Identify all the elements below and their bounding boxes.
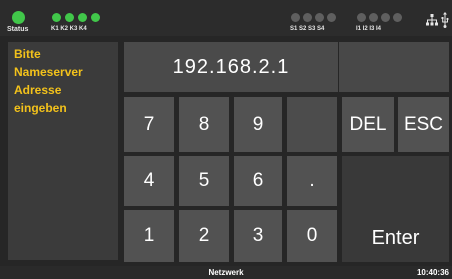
s1-led — [291, 13, 300, 22]
key-9[interactable]: 9 — [234, 97, 282, 152]
footer-clock: 10:40:36 — [416, 268, 449, 277]
message-line-3: Adresse — [14, 83, 62, 97]
k3-led — [78, 13, 87, 22]
i1-led — [357, 13, 366, 22]
status-label: Status — [7, 26, 29, 33]
key-7-label: 7 — [143, 114, 155, 135]
i4-led — [393, 13, 402, 22]
input-value: 192.168.2.1 — [172, 56, 290, 78]
s2-led — [303, 13, 312, 22]
key-5[interactable]: 5 — [179, 156, 229, 206]
message-line-2: Nameserver — [14, 65, 83, 79]
delete-button-label: DEL — [349, 114, 387, 135]
k2-led — [65, 13, 74, 22]
message-line-4: eingeben — [14, 101, 67, 115]
key-4[interactable]: 4 — [124, 156, 174, 206]
s3-led — [315, 13, 324, 22]
key-9-label: 9 — [252, 114, 264, 135]
status-bar: Status K1 K2 K3 K4 S1 S2 S3 S4 I1 I2 I3 … — [0, 0, 452, 36]
key-2-label: 2 — [198, 225, 210, 246]
key-6[interactable]: 6 — [234, 156, 282, 206]
key-0[interactable]: 0 — [287, 210, 337, 262]
display-side-panel — [339, 42, 449, 92]
key-7[interactable]: 7 — [124, 97, 174, 152]
key-6-label: 6 — [252, 170, 264, 191]
key-4-label: 4 — [143, 170, 155, 191]
footer-title: Netzwerk — [208, 268, 244, 277]
enter-button[interactable]: Enter — [342, 156, 449, 262]
delete-button[interactable]: DEL — [342, 97, 394, 152]
key-dot[interactable]: . — [287, 156, 337, 206]
escape-button-label: ESC — [403, 114, 444, 135]
network-icon — [426, 14, 438, 26]
key-3[interactable]: 3 — [234, 210, 282, 262]
usb-icon — [441, 12, 449, 28]
i3-led — [381, 13, 390, 22]
enter-button-label: Enter — [371, 227, 420, 249]
key-8-label: 8 — [198, 114, 210, 135]
s-labels: S1 S2 S3 S4 — [290, 26, 325, 32]
key-blank — [287, 97, 337, 152]
key-8[interactable]: 8 — [179, 97, 229, 152]
k4-led — [91, 13, 100, 22]
key-0-label: 0 — [306, 225, 318, 246]
channel-labels: K1 K2 K3 K4 — [51, 26, 87, 32]
key-1-label: 1 — [143, 225, 155, 246]
key-1[interactable]: 1 — [124, 210, 174, 262]
k1-led — [52, 13, 61, 22]
key-2[interactable]: 2 — [179, 210, 229, 262]
input-display: 192.168.2.1 — [124, 42, 338, 92]
terminal-screen: Status K1 K2 K3 K4 S1 S2 S3 S4 I1 I2 I3 … — [0, 0, 452, 279]
key-3-label: 3 — [252, 225, 264, 246]
footer-bar: Netzwerk 10:40:36 — [0, 266, 452, 279]
key-5-label: 5 — [198, 170, 210, 191]
message-panel: Bitte Nameserver Adresse eingeben — [8, 42, 118, 260]
i-labels: I1 I2 I3 I4 — [356, 26, 382, 32]
status-led — [12, 11, 25, 24]
s4-led — [327, 13, 336, 22]
message-line-1: Bitte — [14, 47, 41, 61]
key-dot-label: . — [309, 170, 315, 191]
escape-button[interactable]: ESC — [398, 97, 449, 152]
i2-led — [369, 13, 378, 22]
